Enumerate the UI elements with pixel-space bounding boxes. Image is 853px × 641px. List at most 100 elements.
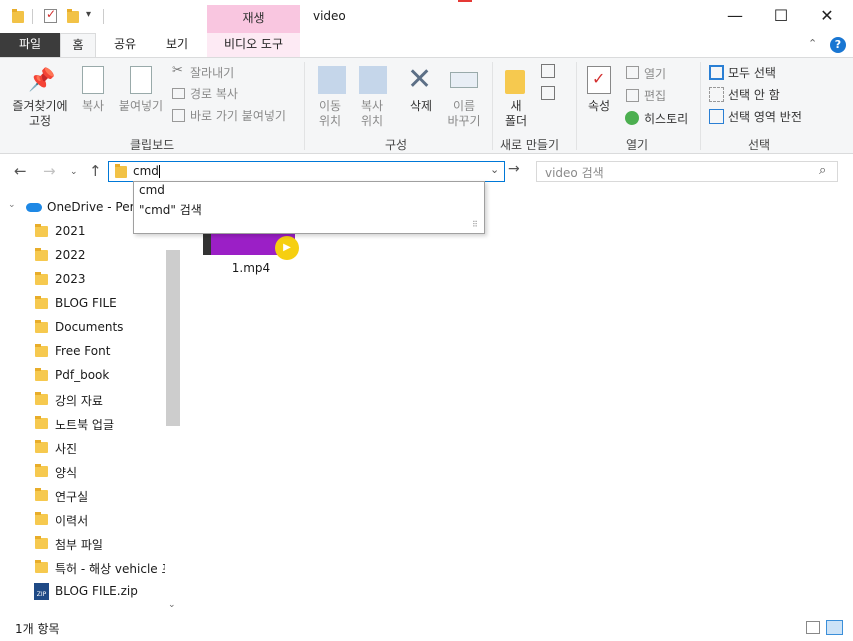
tree-label: 2021 [55, 224, 86, 238]
move-to-button[interactable]: 이동 위치 [310, 99, 350, 129]
tab-file[interactable]: 파일 [0, 33, 60, 57]
copy-to-button[interactable]: 복사 위치 [352, 99, 392, 129]
title-bar: ✓ ▾ 재생 video — ☐ ✕ [0, 0, 853, 33]
tree-label: 노트북 업글 [55, 418, 115, 432]
tree-item-folder[interactable]: 첨부 파일 [0, 533, 165, 555]
pin-icon: 📌 [28, 68, 56, 93]
copy-button[interactable]: 복사 [76, 99, 110, 114]
forward-icon[interactable]: → [43, 162, 56, 180]
copy-to-label: 복사 [360, 99, 384, 113]
tab-view[interactable]: 보기 [156, 33, 198, 57]
tree-label: BLOG FILE.zip [55, 584, 138, 598]
minimize-button[interactable]: — [712, 0, 758, 32]
open-group-label: 열기 [626, 138, 649, 152]
chevron-down-icon[interactable]: ⌄ [8, 200, 16, 210]
recent-locations-icon[interactable]: ⌄ [70, 167, 78, 177]
new-folder-button[interactable]: 새 폴더 [497, 99, 535, 129]
help-icon[interactable]: ? [830, 37, 846, 53]
back-icon[interactable]: ← [14, 162, 27, 180]
paste-shortcut-button[interactable]: 바로 가기 붙여넣기 [190, 107, 286, 124]
suggestion-item[interactable]: cmd [139, 183, 165, 197]
copy-icon [82, 66, 104, 94]
item-count: 1개 항목 [15, 622, 60, 636]
pin-quick-access-button[interactable]: 즐겨찾기에 고정 [6, 99, 74, 129]
copy-to-icon [359, 66, 387, 94]
select-none-button[interactable]: 선택 안 함 [728, 86, 780, 103]
new-item-icon[interactable] [541, 64, 555, 78]
tree-label: OneDrive - Pers [47, 200, 141, 214]
tab-share[interactable]: 공유 [104, 33, 146, 57]
folder-icon [35, 272, 48, 285]
tree-item-folder[interactable]: Documents [0, 317, 165, 339]
search-icon[interactable]: ⌕ [819, 163, 826, 178]
tree-item-folder[interactable]: 연구실 [0, 485, 165, 507]
invert-selection-button[interactable]: 선택 영역 반전 [728, 108, 802, 125]
suggestion-item[interactable]: "cmd" 검색 [139, 201, 202, 218]
context-tab-play[interactable]: 재생 [207, 5, 300, 33]
address-bar[interactable]: cmd ⌄ [108, 161, 505, 182]
invert-selection-icon [709, 109, 724, 124]
tree-item-zip[interactable]: ZIP BLOG FILE.zip [0, 581, 165, 603]
navigation-pane: ⌄ OneDrive - Pers 2021 2022 2023 BLOG FILE D… [0, 189, 181, 617]
tab-video-tools[interactable]: 비디오 도구 [207, 33, 300, 57]
move-to-label: 이동 [318, 99, 342, 113]
tree-item-folder[interactable]: 2023 [0, 269, 165, 291]
tree-item-folder[interactable]: 사진 [0, 437, 165, 459]
go-icon[interactable]: → [508, 161, 520, 177]
scroll-down-icon[interactable]: ⌄ [168, 600, 176, 610]
tree-item-folder[interactable]: 특허 - 해상 vehicle 프 [0, 557, 173, 579]
open-button[interactable]: 열기 [644, 65, 666, 82]
tab-home[interactable]: 홈 [60, 33, 96, 57]
folder-icon [35, 416, 48, 429]
search-input[interactable]: video 검색 [545, 164, 604, 181]
edit-icon [626, 89, 639, 102]
maximize-button[interactable]: ☐ [758, 0, 804, 32]
file-list: ▶ 1.mp4 [181, 189, 853, 617]
folder-icon[interactable] [12, 9, 24, 23]
history-button[interactable]: 히스토리 [644, 110, 688, 127]
tree-item-folder[interactable]: 이력서 [0, 509, 165, 531]
new-group-label: 새로 만들기 [500, 138, 560, 152]
tree-item-folder[interactable]: 양식 [0, 461, 165, 483]
up-icon[interactable]: ↑ [89, 162, 102, 180]
zip-icon: ZIP [34, 583, 49, 600]
collapse-ribbon-icon[interactable]: ⌃ [808, 37, 817, 50]
properties-button[interactable]: 속성 [580, 99, 618, 114]
text-cursor [159, 165, 160, 178]
search-box[interactable]: video 검색 ⌕ [536, 161, 838, 182]
file-item[interactable]: ▶ 1.mp4 [203, 229, 299, 313]
tree-label: 2023 [55, 272, 86, 286]
address-dropdown-icon[interactable]: ⌄ [490, 163, 499, 176]
nav-scrollbar-thumb[interactable] [166, 250, 180, 426]
address-input[interactable]: cmd [133, 164, 159, 178]
delete-button[interactable]: 삭제 [402, 99, 440, 114]
status-bar: 1개 항목 [0, 617, 853, 641]
paste-icon [130, 66, 152, 94]
folder-icon [35, 512, 48, 525]
select-all-button[interactable]: 모두 선택 [728, 64, 776, 81]
new-folder-quick-icon[interactable] [67, 9, 79, 23]
tree-item-folder[interactable]: Free Font [0, 341, 165, 363]
details-view-icon[interactable] [806, 621, 820, 634]
edit-button[interactable]: 편집 [644, 87, 666, 104]
rename-button[interactable]: 이름 바꾸기 [443, 99, 485, 129]
easy-access-icon[interactable] [541, 86, 555, 100]
copy-path-button[interactable]: 경로 복사 [190, 85, 238, 102]
properties-quick-icon[interactable]: ✓ [44, 7, 57, 23]
tree-item-folder[interactable]: Pdf_book [0, 365, 165, 387]
tree-label: 이력서 [55, 514, 89, 528]
cut-button[interactable]: 잘라내기 [190, 64, 234, 81]
folder-icon [35, 488, 48, 501]
resize-grip-icon[interactable]: ⠿ [472, 220, 478, 229]
ribbon-separator [700, 62, 701, 150]
tree-item-folder[interactable]: 강의 자료 [0, 389, 165, 411]
large-icons-view-icon[interactable] [826, 620, 843, 635]
customize-qa-icon[interactable]: ▾ [86, 9, 91, 20]
tree-item-folder[interactable]: BLOG FILE [0, 293, 165, 315]
folder-icon [35, 320, 48, 333]
paste-button[interactable]: 붙여넣기 [115, 99, 167, 114]
close-button[interactable]: ✕ [804, 0, 850, 32]
tree-item-folder[interactable]: 노트북 업글 [0, 413, 165, 435]
tree-label: 첨부 파일 [55, 538, 103, 552]
tree-item-folder[interactable]: 2022 [0, 245, 165, 267]
